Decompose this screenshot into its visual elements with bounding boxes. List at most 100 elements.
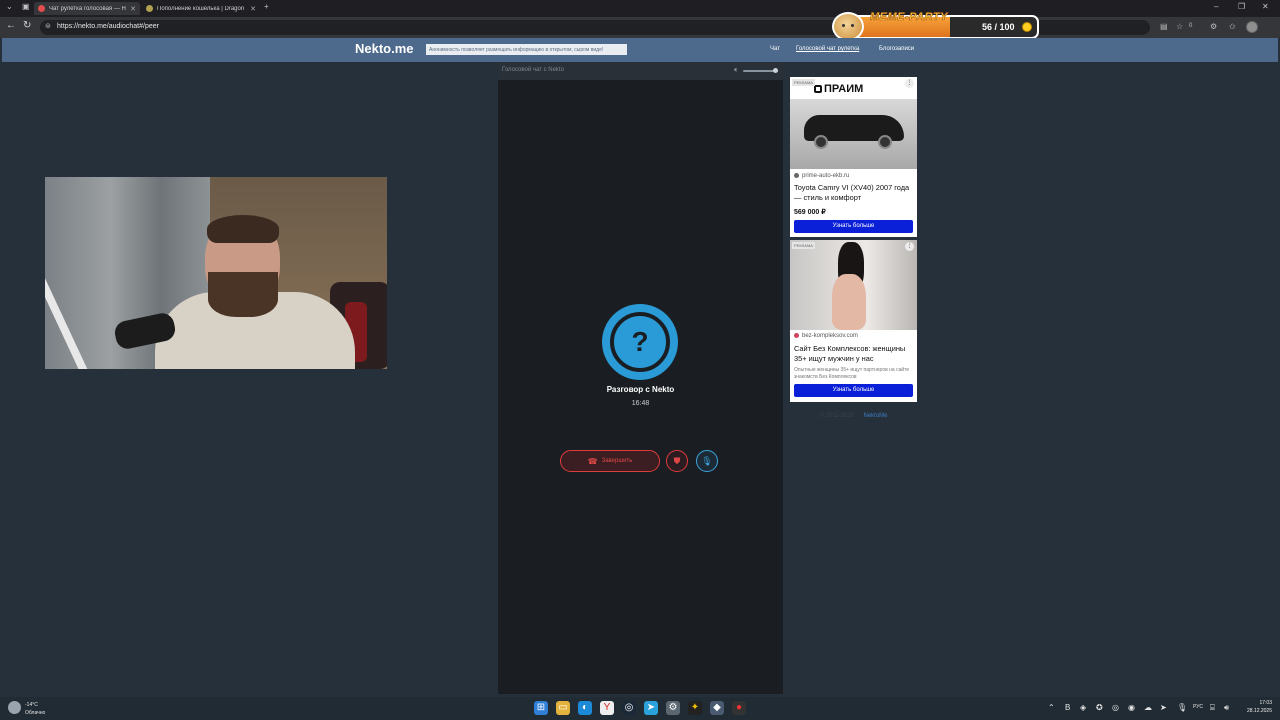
- nav-blog[interactable]: Блогозаписи: [879, 46, 914, 52]
- car-wheel: [814, 135, 828, 149]
- back-icon[interactable]: ←: [6, 20, 16, 31]
- volume-icon[interactable]: 🔈︎: [734, 65, 739, 75]
- domain-favicon-icon: [794, 333, 799, 338]
- obs-app-icon[interactable]: ✦: [688, 701, 702, 715]
- volume-slider[interactable]: [743, 68, 778, 73]
- site-footer: © 2011-2025 NektoMe: [790, 413, 917, 419]
- app-icon[interactable]: ◆: [710, 701, 724, 715]
- ad-price: 569 000 ₽: [794, 209, 826, 216]
- meme-party-score: 56 / 100: [982, 22, 1015, 32]
- nav-chat[interactable]: Чат: [770, 46, 780, 52]
- tray-app-icon[interactable]: ✪: [1096, 703, 1103, 712]
- site-header: Nekto.me Анонимность позволяет размещать…: [2, 38, 1278, 62]
- telegram-icon[interactable]: ➤: [644, 701, 658, 715]
- figure-body: [832, 274, 866, 330]
- footer-copyright: © 2011-2025: [819, 413, 854, 419]
- yandex-browser-icon[interactable]: Y: [600, 701, 614, 715]
- profile-avatar[interactable]: [1246, 21, 1258, 33]
- ad-image: ПРАИМ: [790, 77, 917, 169]
- microphone-button[interactable]: 🎙︎: [696, 450, 718, 472]
- weather-condition: Облачно: [25, 710, 46, 716]
- meme-party-label: MEME-PARTY: [870, 11, 948, 24]
- site-logo[interactable]: Nekto.me: [355, 41, 414, 56]
- person-beard: [208, 272, 278, 317]
- minimize-icon[interactable]: –: [1214, 2, 1218, 11]
- steam-icon[interactable]: ◎: [622, 701, 636, 715]
- ad-headline[interactable]: Toyota Camry VI (XV40) 2007 года — стиль…: [794, 183, 914, 203]
- clock-date[interactable]: 28.12.2025: [1240, 708, 1272, 714]
- browser-tab-bar: ⌄ ▣ Чат рулетка голосовая — Н ✕ Пополнен…: [0, 0, 1280, 17]
- tray-expand-icon[interactable]: ⌃: [1048, 703, 1055, 712]
- volume-slider-thumb[interactable]: [772, 68, 778, 73]
- report-button[interactable]: ⛊: [666, 450, 688, 472]
- microphone-icon: 🎙︎: [701, 456, 713, 466]
- edge-icon[interactable]: ◐: [578, 701, 592, 715]
- ad-brand: ПРАИМ: [824, 83, 864, 95]
- volume-tray-icon[interactable]: 🔊︎: [1224, 703, 1229, 713]
- nekto-favicon-icon: [38, 5, 45, 12]
- footer-link[interactable]: NektoMe: [864, 413, 888, 419]
- tray-app-icon[interactable]: ☁: [1144, 703, 1152, 712]
- favorites-icon[interactable]: ✩: [1229, 22, 1236, 31]
- tab-list-icon[interactable]: ⌄: [6, 2, 13, 11]
- domain-favicon-icon: [794, 173, 799, 178]
- start-icon[interactable]: ⊞: [534, 701, 548, 715]
- language-indicator[interactable]: РУС: [1193, 704, 1203, 710]
- ad-cta-button[interactable]: Узнать больше: [794, 384, 913, 397]
- ad-menu-icon[interactable]: ⋮: [905, 242, 914, 251]
- car-wheel: [878, 135, 892, 149]
- reader-icon[interactable]: ▤: [1160, 22, 1168, 31]
- extensions-icon[interactable]: ⚙: [1210, 22, 1217, 31]
- record-app-icon[interactable]: ●: [732, 701, 746, 715]
- close-tab-icon[interactable]: ✕: [130, 5, 136, 13]
- tab-title: Чат рулетка голосовая — Н: [49, 5, 126, 12]
- ad-domain-text: bez-kompleksov.com: [802, 333, 858, 340]
- voice-chat-panel: Голосовой чат с Nekto 🔈︎ ? Разговор с Ne…: [498, 62, 783, 694]
- tab-dragon[interactable]: Пополнение кошелька | Dragon ✕: [142, 2, 260, 15]
- ad-card-car[interactable]: ПРАИМ РЕКЛАМА ⋮ prime-auto-ekb.ru Toyota…: [790, 77, 917, 237]
- tray-app-icon[interactable]: B: [1065, 703, 1070, 712]
- tray-app-icon[interactable]: ◉: [1128, 703, 1135, 712]
- site-info-icon[interactable]: ⊜: [45, 22, 51, 30]
- address-bar-row: ← ↻ ⊜ https://nekto.me/audiochat#/peer ▤…: [0, 17, 1280, 38]
- ad-domain-text: prime-auto-ekb.ru: [802, 173, 850, 180]
- tab-nekto[interactable]: Чат рулетка голосовая — Н ✕: [34, 2, 140, 15]
- clock-time[interactable]: 17:03: [1240, 700, 1272, 706]
- network-icon[interactable]: ⌸: [1210, 703, 1215, 713]
- bookmark-icon[interactable]: ☆: [1176, 22, 1183, 31]
- settings-icon[interactable]: ⚙: [666, 701, 680, 715]
- tray-telegram-icon[interactable]: ➤: [1160, 703, 1167, 712]
- close-window-icon[interactable]: ✕: [1262, 2, 1269, 11]
- reload-icon[interactable]: ↻: [23, 20, 31, 31]
- ad-menu-icon[interactable]: ⋮: [905, 79, 914, 88]
- tray-app-icon[interactable]: ◈: [1080, 703, 1086, 712]
- ad-cta-button[interactable]: Узнать больше: [794, 220, 913, 233]
- end-call-label: Завершить: [601, 458, 633, 464]
- tray-steam-icon[interactable]: ◎: [1112, 703, 1119, 712]
- sidebar-icon[interactable]: ▣: [22, 2, 30, 11]
- weather-widget[interactable]: -14°C Облачно: [8, 700, 68, 718]
- file-explorer-icon[interactable]: ▭: [556, 701, 570, 715]
- maximize-icon[interactable]: ❐: [1238, 2, 1245, 11]
- call-timer: 16:48: [631, 400, 650, 407]
- ad-card-dating[interactable]: РЕКЛАМА ⋮ bez-kompleksov.com Сайт Без Ко…: [790, 240, 917, 402]
- close-tab-icon[interactable]: ✕: [250, 5, 256, 13]
- nav-voice-roulette[interactable]: Голосовой чат рулетка: [796, 46, 859, 52]
- ad-label: РЕКЛАМА: [792, 79, 815, 86]
- coin-icon: [1022, 22, 1032, 32]
- new-tab-icon[interactable]: +: [264, 2, 269, 11]
- person-hair: [207, 215, 279, 243]
- ad-headline[interactable]: Сайт Без Комплексов: женщины 35+ ищут му…: [794, 344, 914, 364]
- ad-label: РЕКЛАМА: [792, 242, 815, 249]
- webcam-video: [45, 177, 387, 369]
- hang-up-icon: ☎: [587, 456, 598, 466]
- conversation-title: Разговор с Nekto: [606, 385, 675, 394]
- cloud-icon: [8, 701, 21, 714]
- brand-logo-icon: [814, 85, 822, 93]
- weather-temp: -14°C: [25, 702, 38, 708]
- extension-count: 0: [1189, 23, 1193, 29]
- end-call-button[interactable]: ☎ Завершить: [560, 450, 660, 472]
- panel-header: Голосовой чат с Nekto 🔈︎: [498, 62, 783, 80]
- ad-domain: prime-auto-ekb.ru: [794, 173, 849, 179]
- tray-mic-icon[interactable]: 🎙︎: [1177, 703, 1187, 712]
